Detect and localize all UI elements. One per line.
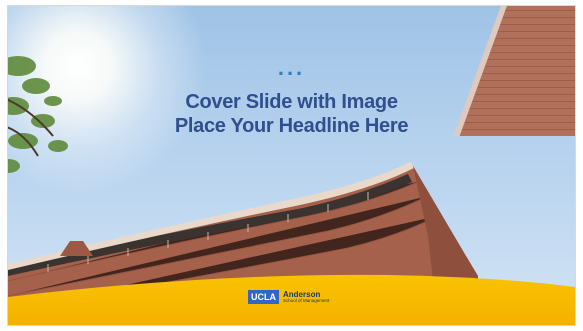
slide-headline[interactable]: Cover Slide with Image Place Your Headli… [8, 90, 575, 138]
headline-line-2[interactable]: Place Your Headline Here [8, 114, 575, 138]
logo-subtitle: School of Management [283, 297, 330, 303]
ucla-anderson-logo: UCLA Anderson School of Management [248, 290, 329, 304]
decorative-dots: ... [277, 55, 306, 80]
headline-line-1[interactable]: Cover Slide with Image [8, 90, 575, 114]
logo-text: Anderson School of Management [283, 289, 330, 304]
logo-badge: UCLA [248, 290, 279, 304]
cover-slide[interactable]: ... Cover Slide with Image Place Your He… [8, 6, 575, 325]
logo-name: Anderson [283, 289, 321, 299]
